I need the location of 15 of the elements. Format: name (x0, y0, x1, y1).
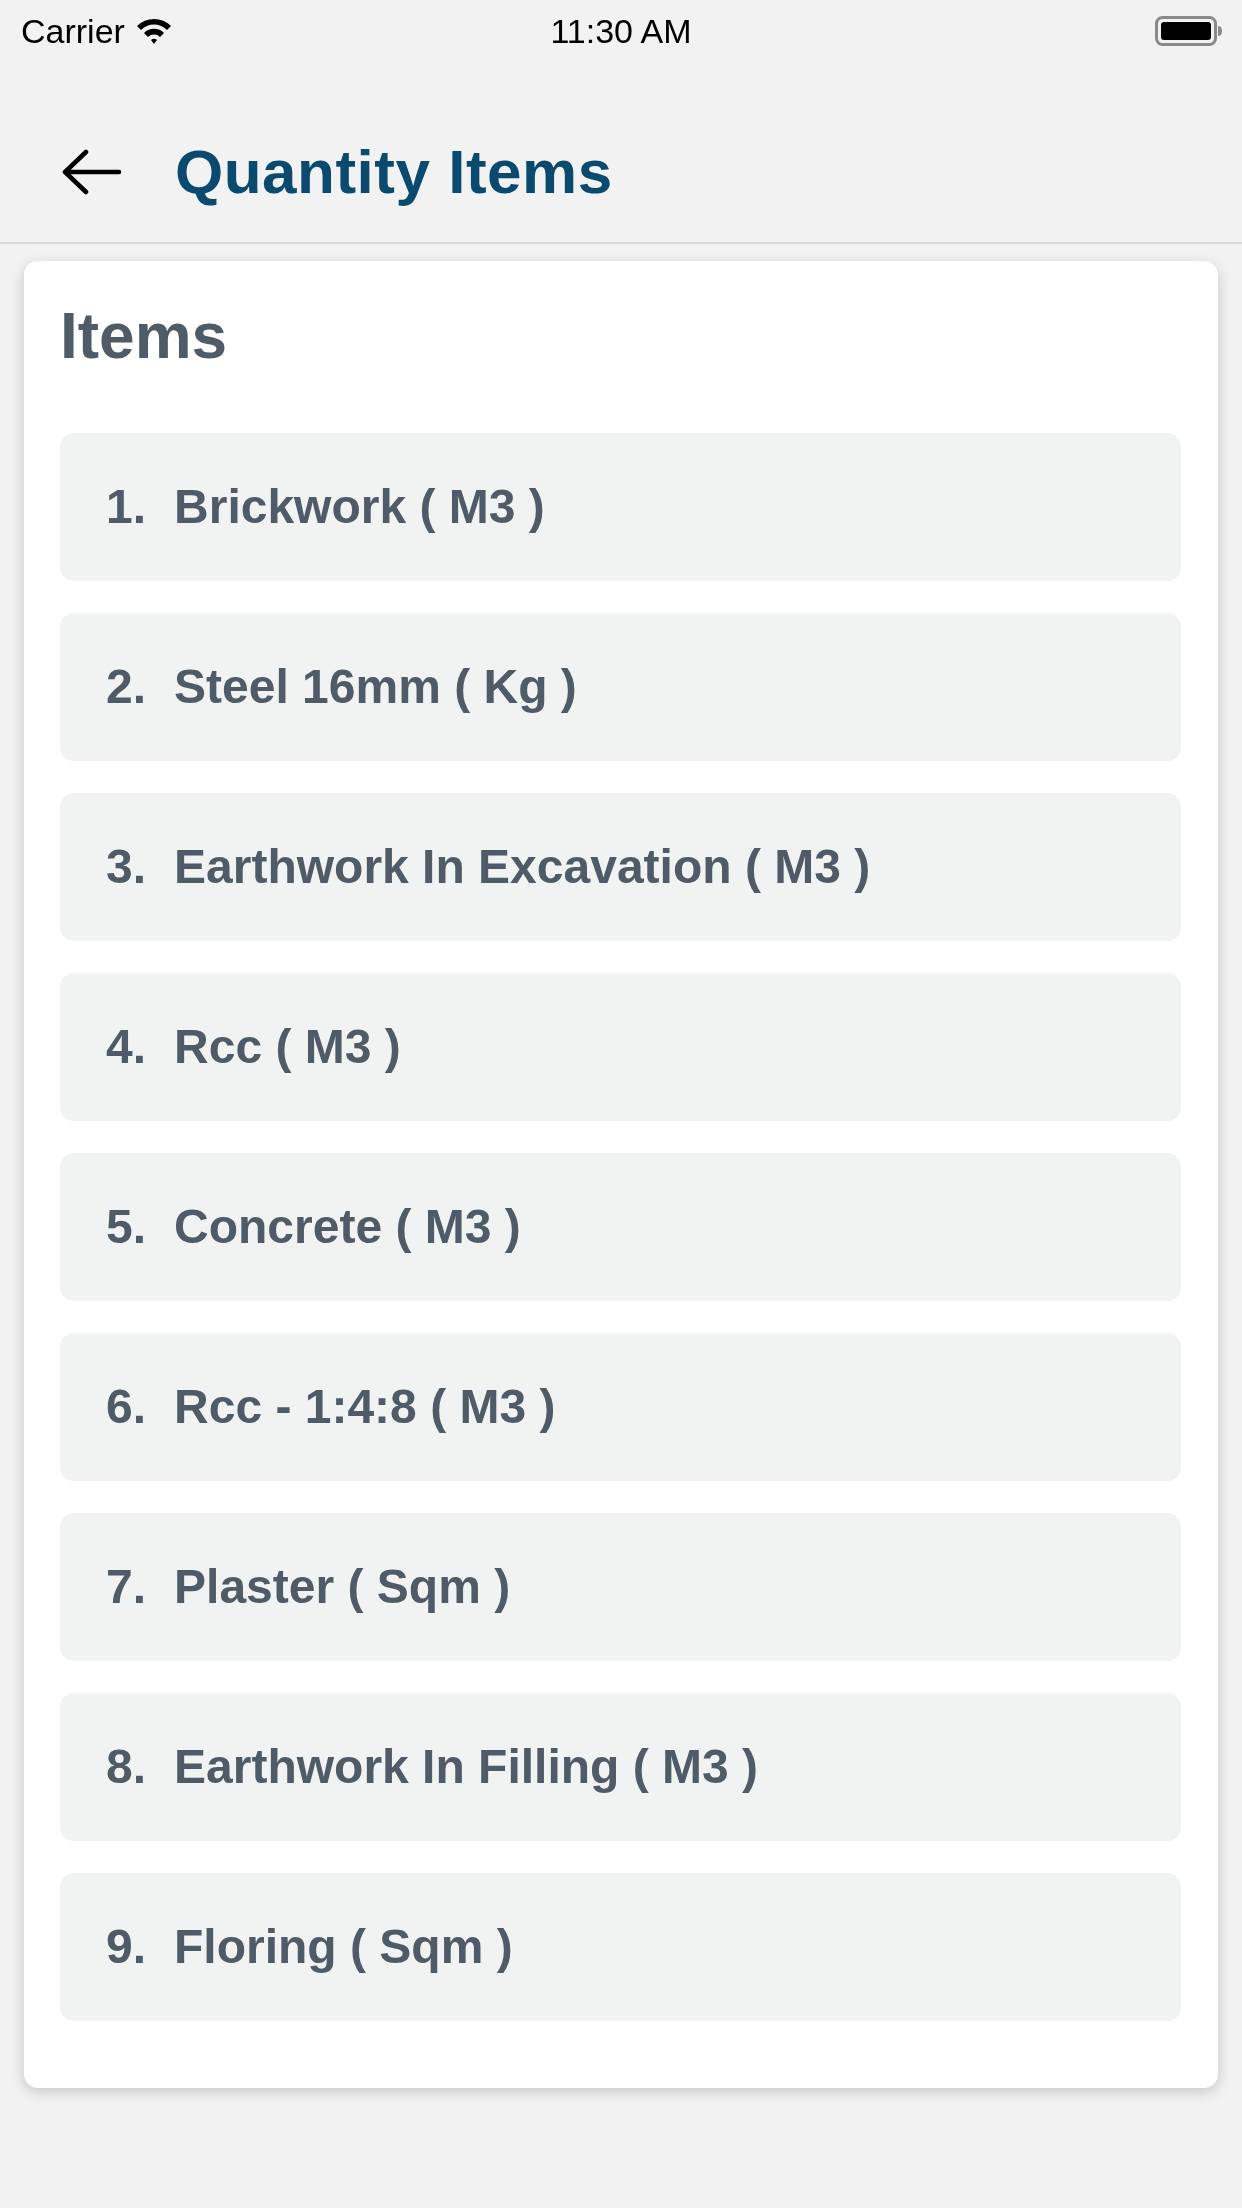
list-item[interactable]: 6. Rcc - 1:4:8 ( M3 ) (60, 1332, 1181, 1481)
list-item[interactable]: 1. Brickwork ( M3 ) (60, 432, 1181, 581)
battery-icon (1155, 16, 1222, 46)
list-item[interactable]: 9. Floring ( Sqm ) (60, 1872, 1181, 2021)
list-item[interactable]: 8. Earthwork In Filling ( M3 ) (60, 1692, 1181, 1841)
list-item[interactable]: 5. Concrete ( M3 ) (60, 1152, 1181, 1301)
back-icon[interactable] (62, 149, 122, 195)
section-heading: Items (60, 299, 229, 374)
time-text: 11:30 AM (550, 14, 692, 48)
list-item[interactable]: 2. Steel 16mm ( Kg ) (60, 612, 1181, 761)
list-item[interactable]: 7. Plaster ( Sqm ) (60, 1512, 1181, 1661)
carrier-text: Carrier (21, 14, 125, 48)
list-item[interactable]: 3. Earthwork In Excavation ( M3 ) (60, 792, 1181, 941)
page-title: Quantity Items (175, 135, 613, 208)
list-item[interactable]: 4. Rcc ( M3 ) (60, 972, 1181, 1121)
